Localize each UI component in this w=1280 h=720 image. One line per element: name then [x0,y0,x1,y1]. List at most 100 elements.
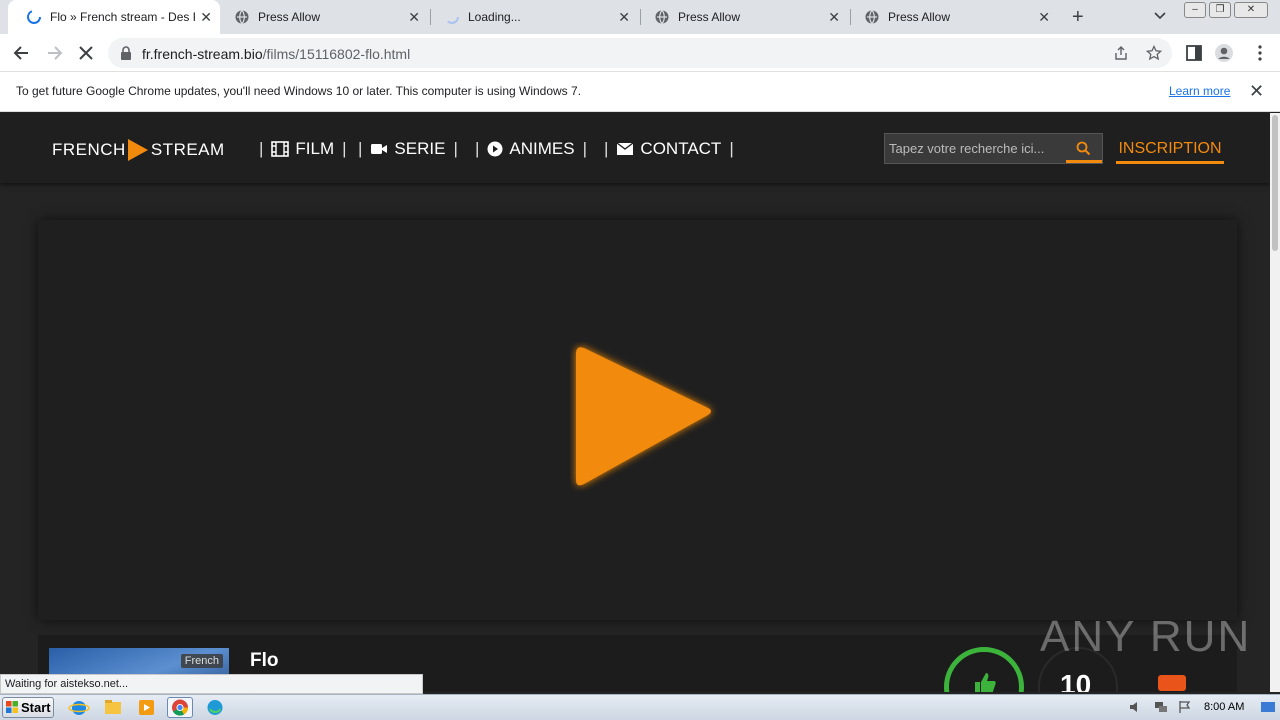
nav-divider: | [582,139,588,158]
start-label: Start [21,700,51,715]
nav-divider: | [604,139,609,158]
search-input[interactable] [885,134,1067,163]
browser-toolbar: fr.french-stream.bio/films/15116802-flo.… [0,34,1280,72]
tab-strip: Flo » French stream - Des Films ✕ Press … [0,0,1280,34]
site-header: FRENCH STREAM | FILM | | SERIE | | ANIME… [0,113,1270,183]
logo-text-right: STREAM [150,140,225,159]
search-icon [1076,141,1091,156]
scrollbar[interactable] [1270,113,1280,692]
learn-more-link[interactable]: Learn more [1169,84,1230,98]
nav-divider: | [475,139,480,158]
loading-spinner-icon [445,10,459,24]
tab-press-allow-1[interactable]: Press Allow ✕ [216,0,428,34]
tab-title: Flo » French stream - Des Films [50,10,195,24]
url-host: fr.french-stream.bio [142,46,263,62]
chrome-taskbar-button[interactable] [167,697,193,718]
play-circle-icon [487,141,503,157]
close-icon[interactable]: ✕ [1038,10,1050,24]
new-tab-button[interactable]: + [1072,6,1084,29]
url-text: fr.french-stream.bio/films/15116802-flo.… [142,46,410,62]
scrollbar-thumb[interactable] [1272,115,1278,251]
chrome-icon [172,699,189,716]
kebab-menu-icon[interactable] [1250,43,1270,63]
nav-contact-label: CONTACT [640,139,722,158]
site-logo[interactable]: FRENCH STREAM [52,139,225,161]
close-icon[interactable]: ✕ [408,10,420,24]
show-desktop-icon[interactable] [1260,700,1276,714]
dislike-button[interactable] [1158,675,1186,691]
globe-icon [865,10,879,24]
bookmark-star-icon[interactable] [1146,45,1162,61]
tab-title: Press Allow [678,10,741,24]
nav-divider: | [729,139,734,158]
stop-loading-icon[interactable] [76,43,96,63]
tab-loading[interactable]: Loading... ✕ [426,0,638,34]
logo-text-left: FRENCH [52,140,126,159]
video-player[interactable] [38,220,1237,620]
tab-flo[interactable]: Flo » French stream - Des Films ✕ [8,0,220,34]
rating-score: 10 [1060,669,1092,692]
windows-logo-icon [6,701,18,713]
nav-animes[interactable]: | ANIMES | [467,139,595,159]
action-center-flag-icon[interactable] [1178,700,1192,714]
close-icon[interactable]: ✕ [618,10,630,24]
tab-title: Press Allow [888,10,951,24]
restore-button[interactable]: ❐ [1209,2,1231,18]
website-viewport: FRENCH STREAM | FILM | | SERIE | | ANIME… [0,113,1270,692]
internet-explorer-icon[interactable] [66,697,92,718]
file-explorer-icon[interactable] [100,697,126,718]
loading-spinner-icon [27,10,41,24]
video-camera-icon [371,144,388,154]
system-clock[interactable]: 8:00 AM [1204,701,1244,713]
infobar-message: To get future Google Chrome updates, you… [16,84,582,98]
tab-title: Loading... [468,10,521,24]
share-icon[interactable] [1113,45,1129,61]
like-button[interactable] [944,647,1024,692]
language-badge: French [180,654,223,668]
minimize-button[interactable]: – [1184,2,1206,18]
movie-title: Flo [250,650,279,671]
nav-divider: | [358,139,363,158]
lock-icon[interactable] [120,46,132,60]
close-icon[interactable]: ✕ [1249,81,1264,102]
media-player-icon[interactable] [134,697,160,718]
play-triangle-icon [127,139,148,161]
nav-divider: | [259,139,264,158]
edge-icon[interactable] [202,697,228,718]
nav-divider: | [453,139,458,158]
volume-icon[interactable] [1128,700,1142,714]
search-button[interactable] [1066,134,1102,163]
close-window-button[interactable]: ✕ [1234,2,1268,18]
nav-animes-label: ANIMES [509,139,575,158]
windows-taskbar: Start 8:00 AM [0,694,1280,720]
chevron-down-icon[interactable] [1153,9,1167,23]
network-icon[interactable] [1154,700,1168,714]
close-icon[interactable]: ✕ [200,10,212,24]
back-arrow-icon[interactable] [12,43,32,63]
nav-serie-label: SERIE [394,139,446,158]
film-icon [271,141,290,157]
close-icon[interactable]: ✕ [828,10,840,24]
nav-serie[interactable]: | SERIE | [350,139,466,159]
signup-button[interactable]: INSCRIPTION [1116,133,1224,164]
address-bar[interactable]: fr.french-stream.bio/films/15116802-flo.… [108,38,1172,68]
update-infobar: To get future Google Chrome updates, you… [0,72,1280,112]
globe-icon [235,10,249,24]
forward-arrow-icon[interactable] [44,43,64,63]
tab-press-allow-2[interactable]: Press Allow ✕ [636,0,848,34]
start-button[interactable]: Start [2,697,54,718]
envelope-icon [617,142,634,155]
side-panel-icon[interactable] [1184,43,1204,63]
globe-icon [655,10,669,24]
search-box [884,133,1103,164]
status-bar: Waiting for aistekso.net... [0,674,423,694]
nav-contact[interactable]: | CONTACT | [596,139,742,159]
profile-avatar-icon[interactable] [1214,43,1234,63]
anyrun-watermark: ANY RUN [1040,612,1252,661]
play-button-icon[interactable] [570,342,720,492]
nav-film[interactable]: | FILM | [251,139,355,159]
url-path: /films/15116802-flo.html [262,46,411,62]
nav-divider: | [342,139,347,158]
nav-film-label: FILM [295,139,335,158]
tab-press-allow-3[interactable]: Press Allow ✕ [846,0,1058,34]
